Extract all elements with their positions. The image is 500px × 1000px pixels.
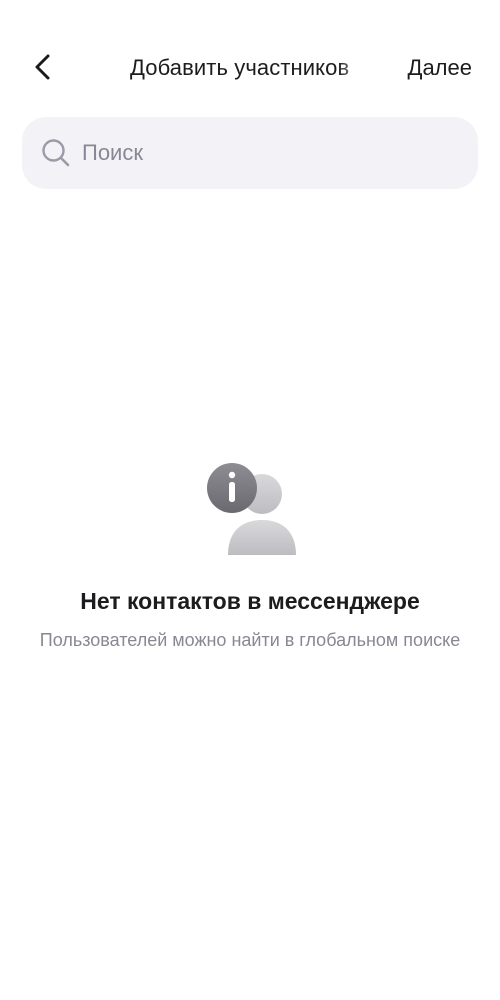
next-button[interactable]: Далее bbox=[408, 52, 472, 84]
empty-state: Нет контактов в мессенджере Пользователе… bbox=[0, 460, 500, 654]
search-input[interactable] bbox=[82, 117, 462, 189]
empty-state-subtitle: Пользователей можно найти в глобальном п… bbox=[39, 630, 461, 650]
search-icon bbox=[42, 139, 70, 167]
header: Добавить участников Далее bbox=[0, 0, 500, 130]
search-bar[interactable] bbox=[22, 117, 478, 189]
chevron-left-icon bbox=[35, 54, 50, 80]
contact-info-icon bbox=[202, 460, 302, 560]
page-title: Добавить участников bbox=[130, 55, 350, 80]
back-button[interactable] bbox=[28, 50, 60, 84]
empty-state-title: Нет контактов в мессенджере bbox=[80, 588, 420, 614]
header-title-container: Добавить участников bbox=[130, 52, 372, 86]
